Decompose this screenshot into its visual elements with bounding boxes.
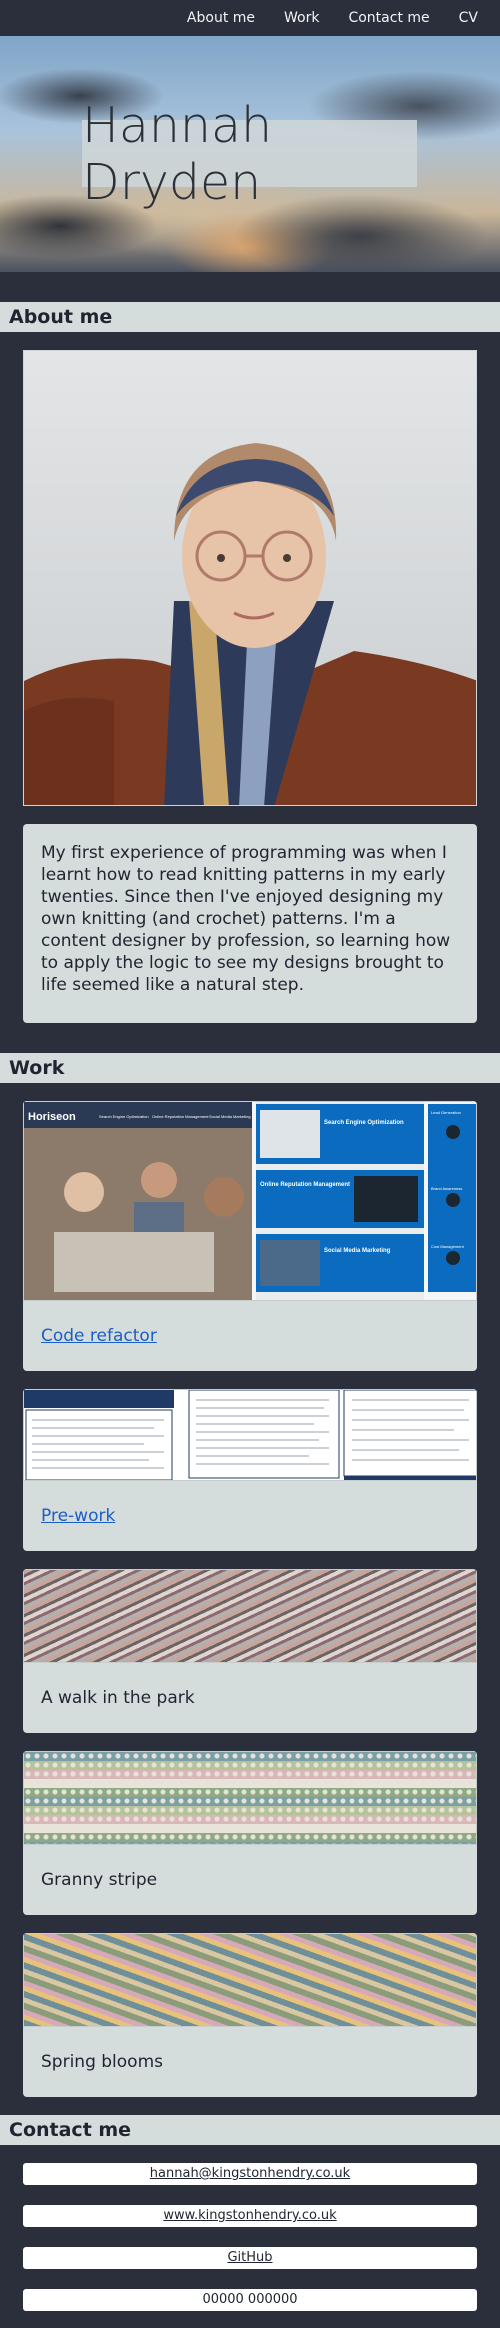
about-heading: About me: [0, 302, 500, 332]
horiseon-card-3: Social Media Marketing: [324, 1248, 391, 1254]
contact-heading: Contact me: [0, 2115, 500, 2145]
website-link[interactable]: www.kingstonhendry.co.uk: [23, 2205, 477, 2227]
pre-work-thumbnail: [23, 1389, 477, 1481]
horiseon-card-2: Online Reputation Management: [260, 1182, 350, 1188]
horiseon-menu-1: Search Engine Optimization: [99, 1114, 149, 1119]
code-refactor-link[interactable]: Code refactor: [41, 1326, 157, 1346]
horiseon-side-2: Brand Awareness: [431, 1186, 462, 1191]
portrait-image: [24, 351, 476, 805]
work-list: Horiseon Search Engine Optimization Onli…: [0, 1101, 500, 2097]
nav-cv[interactable]: CV: [459, 10, 478, 26]
contact-list: hannah@kingstonhendry.co.uk www.kingston…: [0, 2163, 500, 2311]
email-link[interactable]: hannah@kingstonhendry.co.uk: [23, 2163, 477, 2185]
top-nav: About me Work Contact me CV: [0, 0, 500, 36]
nav-work[interactable]: Work: [284, 10, 319, 26]
horiseon-menu-2: Online Reputation Management: [152, 1114, 209, 1119]
granny-stripe-label: Granny stripe: [41, 1870, 158, 1890]
github-link[interactable]: GitHub: [23, 2247, 477, 2269]
pre-work-link[interactable]: Pre-work: [41, 1506, 115, 1526]
spring-blooms-label: Spring blooms: [41, 2052, 163, 2072]
horiseon-side-3: Cost Management: [431, 1244, 465, 1249]
work-card-spring-blooms: Spring blooms: [23, 1933, 477, 2097]
phone-number: 00000 000000: [23, 2289, 477, 2311]
horiseon-card-1: Search Engine Optimization: [324, 1120, 404, 1126]
profile-photo: [23, 350, 477, 806]
horiseon-menu-3: Social Media Marketing: [209, 1114, 251, 1119]
spring-blooms-thumbnail: [23, 1933, 477, 2027]
pre-work-label-area: Pre-work: [23, 1481, 477, 1551]
walk-in-park-label: A walk in the park: [41, 1688, 195, 1708]
horiseon-brand: Horiseon: [28, 1111, 76, 1123]
work-heading: Work: [0, 1053, 500, 1083]
work-card-granny-stripe: Granny stripe: [23, 1751, 477, 1915]
work-card-code-refactor: Horiseon Search Engine Optimization Onli…: [23, 1101, 477, 1371]
work-card-pre-work: Pre-work: [23, 1389, 477, 1551]
granny-stripe-thumbnail: [23, 1751, 477, 1845]
about-text-card: My first experience of programming was w…: [23, 824, 477, 1023]
horiseon-side-1: Lead Generation: [431, 1110, 461, 1115]
nav-contact-me[interactable]: Contact me: [348, 10, 429, 26]
about-paragraph: My first experience of programming was w…: [41, 843, 451, 995]
code-refactor-thumbnail: Horiseon Search Engine Optimization Onli…: [23, 1101, 477, 1301]
work-card-walk-in-park: A walk in the park: [23, 1569, 477, 1733]
nav-about-me[interactable]: About me: [187, 10, 255, 26]
walk-in-park-thumbnail: [23, 1569, 477, 1663]
hero-banner: Hannah Dryden: [0, 36, 500, 272]
code-refactor-label-area: Code refactor: [23, 1301, 477, 1371]
hero-title: Hannah Dryden: [82, 97, 417, 211]
